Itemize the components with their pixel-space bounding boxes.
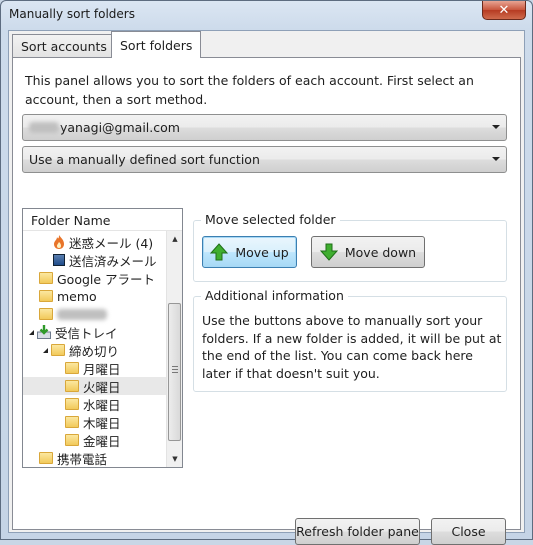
tree-row-label: 月曜日: [83, 361, 121, 377]
folder-icon: [39, 452, 53, 464]
tree-row-friday[interactable]: 金曜日: [23, 431, 167, 449]
panel-description: This panel allows you to sort the folder…: [25, 73, 474, 107]
window-close-button[interactable]: ✕: [482, 1, 526, 20]
tree-row-label: 締め切り: [69, 343, 120, 359]
folder-icon: [65, 398, 79, 410]
sort-method-value: Use a manually defined sort function: [29, 152, 260, 167]
tree-row-label: 木曜日: [83, 415, 121, 431]
move-down-button[interactable]: Move down: [311, 236, 425, 268]
tree-row-memo[interactable]: memo: [23, 287, 167, 305]
tab-sort-folders[interactable]: Sort folders: [111, 31, 202, 58]
folder-icon: [65, 434, 79, 446]
info-group-label: Additional information: [201, 288, 348, 303]
folder-icon: [39, 290, 53, 302]
tree-row-thursday[interactable]: 木曜日: [23, 413, 167, 431]
grip-icon: [172, 366, 178, 373]
dialog-window: Manually sort folders ✕ Sort accounts So…: [0, 0, 533, 545]
refresh-button-label: Refresh folder pane: [296, 524, 419, 539]
close-button[interactable]: Close: [431, 518, 506, 545]
tree-row-label: 水曜日: [83, 397, 121, 413]
tree-row-label: 金曜日: [83, 433, 121, 449]
inbox-icon: [37, 325, 51, 339]
scroll-up-icon[interactable]: ▲: [167, 231, 182, 247]
close-icon: ✕: [498, 2, 510, 18]
refresh-folder-pane-button[interactable]: Refresh folder pane: [295, 518, 420, 545]
sort-method-select[interactable]: Use a manually defined sort function: [22, 146, 507, 173]
folder-icon: [39, 308, 53, 320]
tree-row-sent[interactable]: 送信済みメール: [23, 251, 167, 269]
scroll-down-icon[interactable]: ▼: [167, 451, 182, 467]
tree-row-label: Google アラート: [57, 271, 156, 287]
tree-row-redacted[interactable]: [23, 305, 167, 323]
move-up-label: Move up: [235, 244, 289, 260]
chevron-down-icon: [492, 125, 500, 129]
tab-sort-accounts[interactable]: Sort accounts: [12, 34, 116, 57]
folder-icon: [39, 272, 53, 284]
tree-row-google-alerts[interactable]: Google アラート: [23, 269, 167, 287]
chevron-down-icon: [492, 157, 500, 161]
move-up-button[interactable]: Move up: [202, 236, 297, 268]
scrollbar-thumb[interactable]: [168, 303, 181, 441]
tab-label: Sort accounts: [21, 38, 107, 54]
close-button-label: Close: [451, 524, 486, 539]
tree-row-wednesday[interactable]: 水曜日: [23, 395, 167, 413]
tab-strip: Sort accounts Sort folders: [9, 31, 524, 58]
folder-icon: [51, 344, 65, 356]
tree-row-junk[interactable]: 迷惑メール (4): [23, 233, 167, 251]
info-group: Additional information Use the buttons a…: [193, 288, 507, 392]
folder-icon: [65, 416, 79, 428]
redacted-text: [29, 122, 59, 133]
window-title: Manually sort folders: [9, 7, 135, 21]
tab-label: Sort folders: [120, 37, 193, 53]
move-folder-group: Move selected folder Move up Move down: [193, 212, 507, 282]
tree-row-label: memo: [57, 288, 97, 304]
tree-body: 迷惑メール (4) 送信済みメール Google アラート memo 受信トレイ…: [23, 231, 167, 467]
tree-row-deadline[interactable]: 締め切り: [23, 341, 167, 359]
tree-row-label: 携帯電話: [57, 451, 108, 467]
tree-row-label: 火曜日: [83, 379, 121, 395]
account-select[interactable]: yanagi@gmail.com: [22, 114, 507, 141]
redacted-text: [57, 308, 107, 320]
move-down-label: Move down: [344, 244, 417, 260]
account-select-value: yanagi@gmail.com: [60, 120, 180, 135]
tree-column-header[interactable]: Folder Name: [23, 209, 182, 231]
folder-icon: [65, 380, 79, 392]
sort-folders-panel: This panel allows you to sort the folder…: [12, 57, 521, 545]
tree-row-monday[interactable]: 月曜日: [23, 359, 167, 377]
junk-flame-icon: [54, 235, 64, 249]
expander-collapse-icon[interactable]: [43, 347, 48, 353]
info-text: Use the buttons above to manually sort y…: [202, 313, 502, 381]
tree-row-label: 迷惑メール (4): [69, 235, 154, 251]
tree-row-label: 送信済みメール: [69, 253, 157, 269]
sent-icon: [53, 254, 65, 266]
arrow-down-icon: [319, 243, 338, 261]
title-bar[interactable]: Manually sort folders ✕: [1, 1, 532, 29]
arrow-up-icon: [210, 243, 229, 261]
tree-row-inbox[interactable]: 受信トレイ: [23, 323, 167, 341]
tree-vertical-scrollbar[interactable]: ▲ ▼: [166, 231, 182, 467]
expander-collapse-icon[interactable]: [29, 329, 34, 335]
dialog-client-area: Sort accounts Sort folders This panel al…: [8, 30, 525, 545]
tree-row-mobile[interactable]: 携帯電話: [23, 449, 167, 467]
tree-row-tuesday[interactable]: 火曜日: [23, 377, 167, 395]
move-group-label: Move selected folder: [201, 212, 340, 227]
folder-tree[interactable]: Folder Name 迷惑メール (4) 送信済みメール Google アラー…: [22, 208, 183, 468]
folder-icon: [65, 362, 79, 374]
tree-row-label: 受信トレイ: [55, 325, 118, 341]
